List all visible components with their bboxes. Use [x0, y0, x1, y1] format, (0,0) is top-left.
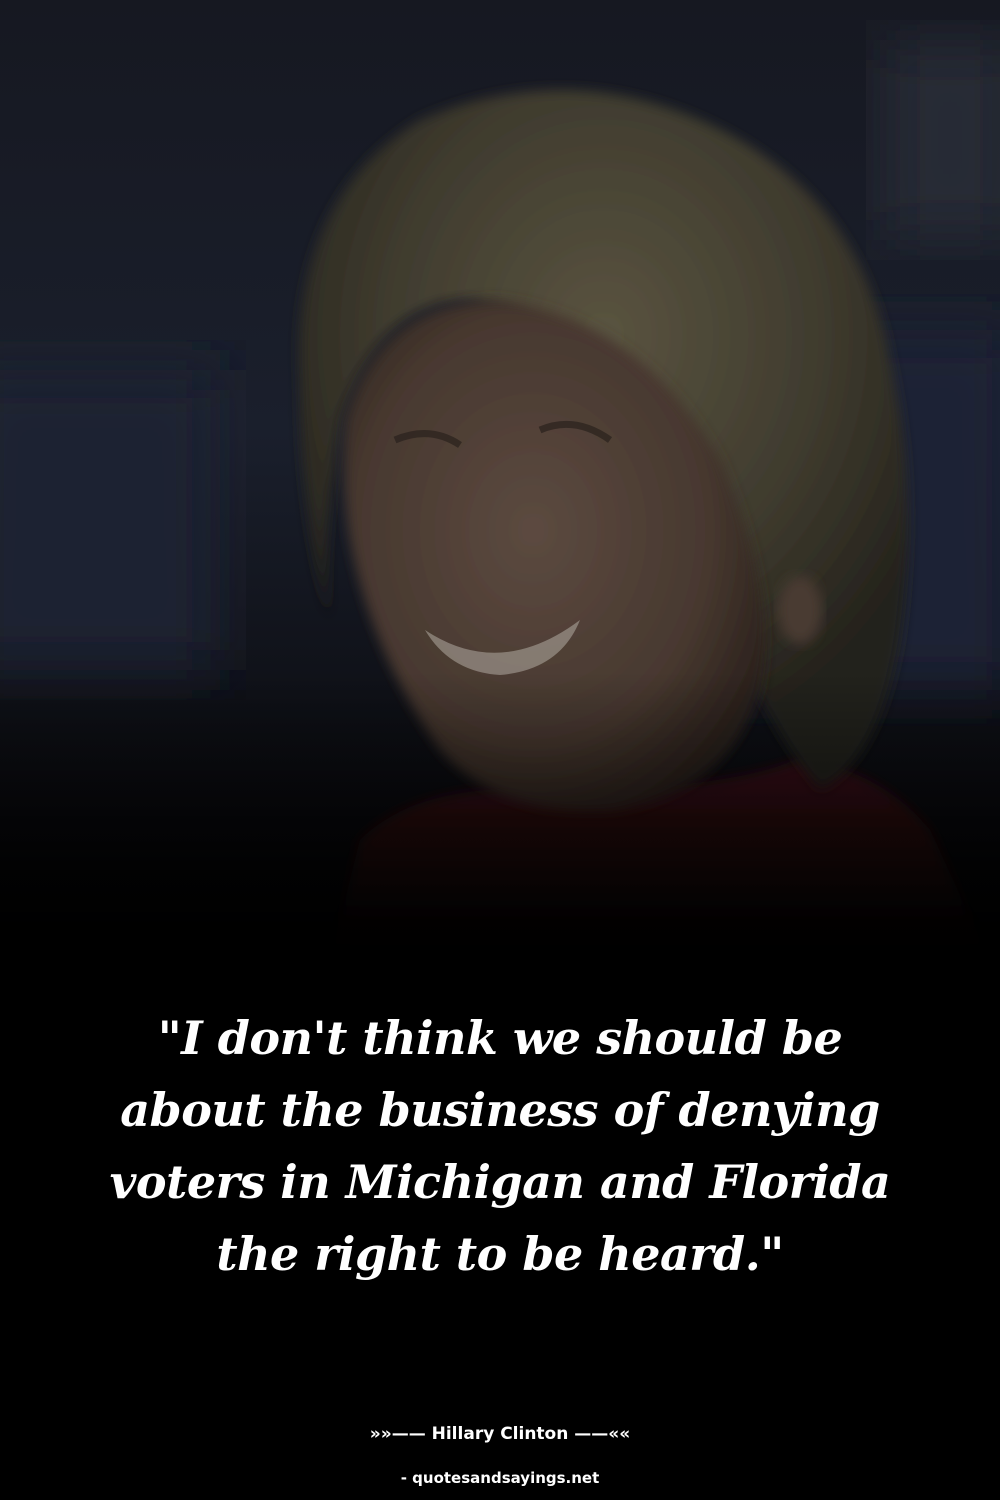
quote-text: "I don't think we should be about the bu…: [109, 1011, 891, 1281]
author-line: »»—— Hillary Clinton ——««: [369, 1424, 631, 1444]
quote-card: "I don't think we should be about the bu…: [0, 0, 1000, 1500]
source-credit: - quotesandsayings.net: [400, 1469, 600, 1487]
portrait-photo: [0, 0, 1000, 960]
